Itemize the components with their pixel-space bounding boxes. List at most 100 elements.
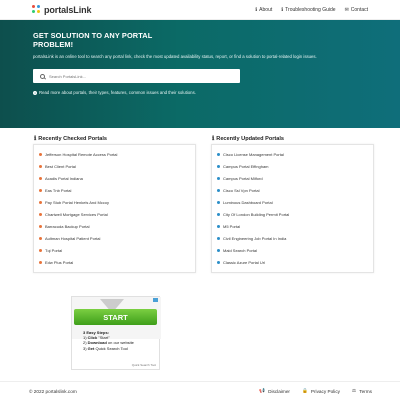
read-more-label: Read more about portals, their types, fe… [39,90,196,96]
adchoices-icon[interactable] [153,298,158,302]
advertisement[interactable]: START 3 Easy Steps: 1) Click "Start" 2) … [71,296,161,370]
nav-contact-label: Contact [350,6,368,13]
footer-link-disclaimer-label: Disclaimer [268,388,290,394]
main-nav: ℹ About ℹ Troubleshooting Guide ✉ Contac… [255,7,368,13]
list-item[interactable]: Aultman Hospital Patient Portal [34,232,195,244]
list-item-label: City Of London Building Permit Portal [223,211,290,217]
info-icon: ℹ [281,6,284,13]
footer-links: 📢 Disclaimer 🔒 Privacy Policy ⚖ Terms [259,388,372,394]
bullet-icon [39,212,42,216]
bullet-icon [39,188,42,192]
nav-about[interactable]: ℹ About [255,7,272,13]
nav-troubleshooting-label: Troubleshooting Guide [285,6,336,13]
recently-updated-column: ℹ Recently Updated Portals Cisco License… [211,135,374,273]
footer-link-privacy-label: Privacy Policy [310,388,341,394]
list-item[interactable]: Cisco License Management Portal [212,148,373,160]
list-item-label: Jefferson Hospital Remote Access Portal [45,151,118,157]
list-item-label: M5 Portal [223,223,241,229]
recently-checked-list: Jefferson Hospital Remote Access Portal … [33,144,196,273]
logo-icon [32,5,41,14]
list-item-label: Tqi Portal [45,247,63,253]
list-item-label: Cisco Ssl Vpn Portal [223,187,260,193]
read-more-link[interactable]: i Read more about portals, their types, … [33,90,400,95]
bullet-icon [217,212,220,216]
list-item[interactable]: Campus Portal Effingham [212,160,373,172]
bullet-icon [39,176,42,180]
recently-updated-list: Cisco License Management Portal Campus P… [211,144,374,273]
list-item-label: Campus Portal Effingham [223,163,269,169]
bullet-icon [39,164,42,168]
list-item[interactable]: Luminous Dashboard Portal [212,196,373,208]
bullet-icon [217,188,220,192]
recently-checked-title: Recently Checked Portals [38,135,107,142]
list-item[interactable]: City Of London Building Permit Portal [212,208,373,220]
list-item[interactable]: M5 Portal [212,220,373,232]
search-input[interactable] [49,73,229,79]
list-item[interactable]: Chartwell Mortgage Services Portal [34,208,195,220]
bullet-icon [39,200,42,204]
list-item[interactable]: Maid Search Portal [212,244,373,256]
bullet-icon [217,176,220,180]
brand[interactable]: portalsLink [32,4,92,15]
bullet-icon [39,152,42,156]
list-item[interactable]: Barracuda Backup Portal [34,220,195,232]
list-item-label: Acadis Portal Indiana [45,175,83,181]
list-item-label: Civil Engineering Job Portal In India [223,235,287,241]
list-item-label: Best Client Portal [45,163,76,169]
list-item[interactable]: Tqi Portal [34,244,195,256]
recently-updated-title: Recently Updated Portals [216,135,285,142]
list-item[interactable]: Classic Azure Portal Url [212,256,373,268]
megaphone-icon: 📢 [259,388,266,393]
footer-link-terms[interactable]: ⚖ Terms [352,388,372,394]
hero-title: GET SOLUTION TO ANY PORTAL PROBLEM! [33,31,153,49]
info-icon: ℹ [212,136,215,142]
search-box[interactable] [33,69,240,84]
list-item-label: Edw Plus Portal [45,259,74,265]
bullet-icon [217,200,220,204]
list-item[interactable]: Cisco Ssl Vpn Portal [212,184,373,196]
bullet-icon [217,260,220,264]
nav-about-label: About [259,6,273,13]
copyright: © 2022 portalslink.com [29,388,77,394]
bullet-icon [217,248,220,252]
lock-icon: 🔒 [302,388,308,393]
list-item[interactable]: Acadis Portal Indiana [34,172,195,184]
list-item[interactable]: Campus Portal Milford [212,172,373,184]
list-item-label: Aultman Hospital Patient Portal [45,235,101,241]
ad-steps: 3 Easy Steps: 1) Click "Start" 2) Downlo… [83,330,134,351]
list-item-label: Cisco License Management Portal [223,151,284,157]
list-item-label: Barracuda Backup Portal [45,223,90,229]
site-footer: © 2022 portalslink.com 📢 Disclaimer 🔒 Pr… [0,381,400,400]
list-item[interactable]: Eas Tnb Portal [34,184,195,196]
list-item[interactable]: Edw Plus Portal [34,256,195,268]
list-item[interactable]: Best Client Portal [34,160,195,172]
bullet-icon [39,236,42,240]
bullet-icon [217,164,220,168]
portal-columns: ℹ Recently Checked Portals Jefferson Hos… [0,128,400,273]
list-item[interactable]: Civil Engineering Job Portal In India [212,232,373,244]
list-item-label: Eas Tnb Portal [45,187,72,193]
info-icon: i [33,90,37,95]
nav-troubleshooting[interactable]: ℹ Troubleshooting Guide [281,7,335,13]
footer-link-privacy[interactable]: 🔒 Privacy Policy [302,388,340,394]
list-item[interactable]: Jefferson Hospital Remote Access Portal [34,148,195,160]
bullet-icon [217,224,220,228]
info-icon: ℹ [255,6,258,13]
hero-description: portalsLink is an online tool to search … [33,54,317,60]
nav-contact[interactable]: ✉ Contact [345,7,368,13]
list-item-label: Maid Search Portal [223,247,258,253]
search-icon [40,73,45,79]
hero-section: GET SOLUTION TO ANY PORTAL PROBLEM! port… [0,20,400,128]
bullet-icon [217,236,220,240]
ad-footer: Quick Search Tool [131,363,156,367]
list-item-label: Pay Stub Portal Henkels And Mccoy [45,199,110,205]
brand-name: portalsLink [44,4,92,15]
list-item[interactable]: Pay Stub Portal Henkels And Mccoy [34,196,195,208]
footer-link-disclaimer[interactable]: 📢 Disclaimer [259,388,290,394]
recently-checked-column: ℹ Recently Checked Portals Jefferson Hos… [33,135,196,273]
recently-updated-heading: ℹ Recently Updated Portals [212,135,374,143]
bullet-icon [39,248,42,252]
footer-link-terms-label: Terms [359,388,372,394]
ad-start-button[interactable]: START [74,309,157,325]
list-item-label: Classic Azure Portal Url [223,259,266,265]
